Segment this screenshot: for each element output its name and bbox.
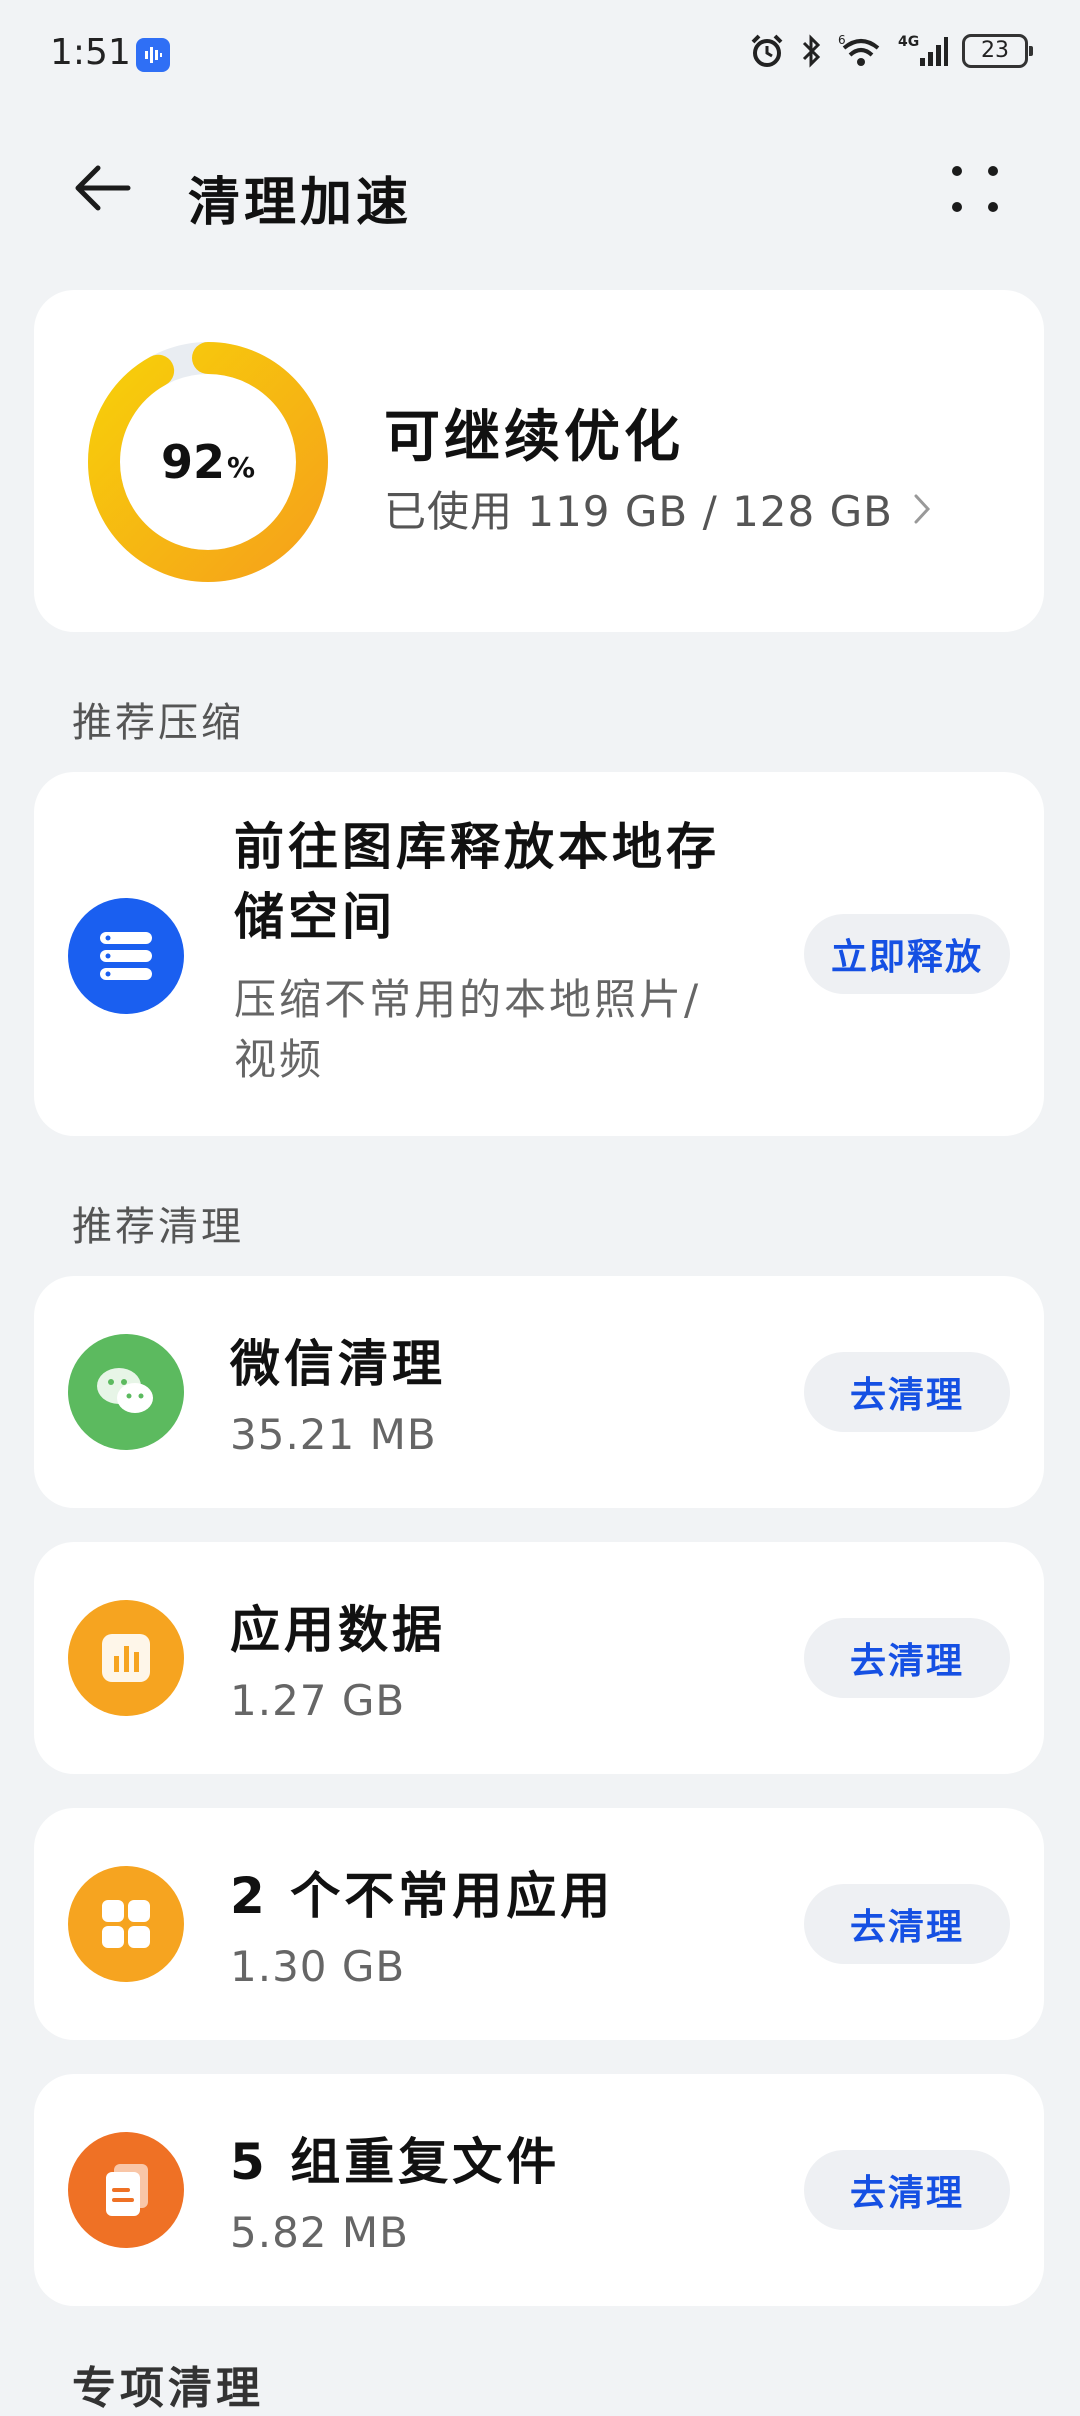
clean-item-size: 1.27 GB	[230, 1676, 406, 1725]
page-title: 清理加速	[188, 173, 413, 233]
section-header-clean: 推荐清理	[72, 1204, 244, 1250]
svg-text:6: 6	[838, 33, 846, 47]
clean-item-title: 5 组重复文件	[230, 2133, 561, 2191]
clean-item-wechat[interactable]: 微信清理 35.21 MB 去清理	[34, 1276, 1044, 1508]
voice-recorder-icon	[136, 38, 170, 72]
clean-item-title: 微信清理	[230, 1335, 446, 1393]
go-clean-button[interactable]: 去清理	[804, 1884, 1010, 1964]
storage-usage-link[interactable]: 已使用 119 GB / 128 GB	[384, 478, 931, 539]
compress-title: 前往图库释放本地存储空间	[234, 818, 720, 946]
status-icons: 6 4G 23	[748, 32, 1033, 70]
apps-grid-icon	[68, 1866, 184, 1982]
duplicate-files-icon	[68, 2132, 184, 2248]
clean-item-size: 5.82 MB	[230, 2208, 409, 2257]
clean-item-duplicate-files[interactable]: 5 组重复文件 5.82 MB 去清理	[34, 2074, 1044, 2306]
cellular-signal-icon: 4G	[898, 34, 948, 66]
storage-usage-text: 已使用 119 GB / 128 GB	[384, 487, 893, 536]
status-bar: 1:51 6 4G 23	[0, 0, 1080, 110]
wifi-icon: 6	[838, 33, 880, 66]
chevron-right-icon	[914, 494, 930, 523]
section-header-special: 专项清理	[72, 2363, 264, 2414]
go-clean-button[interactable]: 去清理	[804, 1352, 1010, 1432]
clean-item-app-data[interactable]: 应用数据 1.27 GB 去清理	[34, 1542, 1044, 1774]
storage-percent-unit: %	[226, 450, 256, 484]
battery-icon: 23	[962, 34, 1033, 68]
alarm-icon	[751, 34, 783, 67]
clean-item-unused-apps[interactable]: 2 个不常用应用 1.30 GB 去清理	[34, 1808, 1044, 2040]
storage-stack-icon	[68, 898, 184, 1014]
storage-summary-card[interactable]: 92% 可继续优化 已使用 119 GB / 128 GB	[34, 290, 1044, 632]
clean-item-title: 2 个不常用应用	[230, 1867, 615, 1925]
clean-item-size: 1.30 GB	[230, 1942, 406, 1991]
clean-item-size: 35.21 MB	[230, 1410, 437, 1459]
status-time: 1:51	[50, 32, 131, 73]
storage-status-title: 可继续优化	[384, 405, 684, 470]
section-header-compress: 推荐压缩	[72, 700, 244, 746]
app-header: 清理加速	[0, 140, 1080, 236]
go-clean-button[interactable]: 去清理	[804, 1618, 1010, 1698]
back-arrow-icon[interactable]	[72, 162, 132, 214]
svg-text:4G: 4G	[898, 34, 919, 50]
storage-percent-value: 92	[160, 435, 225, 489]
storage-percent-label: 92%	[86, 340, 330, 584]
bluetooth-icon	[802, 34, 821, 68]
wechat-icon	[68, 1334, 184, 1450]
clean-item-title: 应用数据	[230, 1601, 446, 1659]
more-options-icon[interactable]	[948, 162, 1002, 216]
compress-description: 压缩不常用的本地照片/视频	[234, 975, 702, 1084]
go-clean-button[interactable]: 去清理	[804, 2150, 1010, 2230]
release-now-button[interactable]: 立即释放	[804, 914, 1010, 994]
gallery-compress-card[interactable]: 前往图库释放本地存储空间 压缩不常用的本地照片/视频 立即释放	[34, 772, 1044, 1136]
app-data-icon	[68, 1600, 184, 1716]
